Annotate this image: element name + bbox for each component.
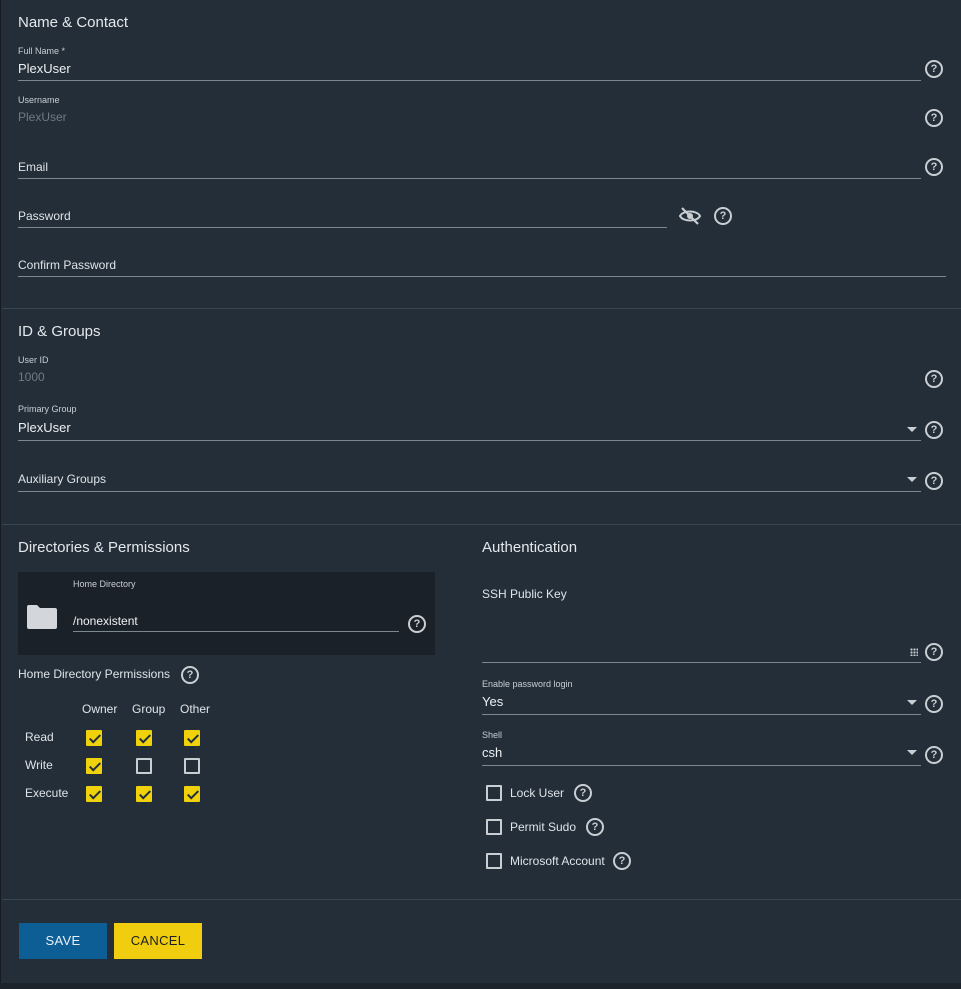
- user-id-label: User ID: [18, 355, 49, 365]
- shell-label: Shell: [482, 730, 503, 740]
- home-directory-underline: [73, 631, 399, 632]
- primary-group-underline: [18, 440, 921, 441]
- perm-write-group-checkbox[interactable]: [136, 758, 152, 774]
- eye-off-icon[interactable]: [678, 206, 702, 226]
- home-directory-input[interactable]: /nonexistent: [73, 614, 138, 628]
- primary-group-select[interactable]: PlexUser: [18, 420, 71, 435]
- section-divider: [2, 524, 961, 525]
- shell-caret-down-icon[interactable]: [907, 750, 917, 755]
- auxiliary-groups-underline: [18, 491, 921, 492]
- perm-row-read: Read: [25, 730, 54, 744]
- perm-read-other-checkbox[interactable]: [184, 730, 200, 746]
- password-login-select[interactable]: Yes: [482, 694, 503, 709]
- primary-group-caret-down-icon[interactable]: [907, 427, 917, 432]
- username-label: Username: [18, 95, 60, 105]
- microsoft-account-checkbox[interactable]: [486, 853, 502, 869]
- permit-sudo-checkbox[interactable]: [486, 819, 502, 835]
- confirm-password-underline: [18, 276, 946, 277]
- lock-user-label: Lock User: [510, 786, 565, 800]
- home-directory-label: Home Directory: [73, 579, 136, 589]
- perm-col-other: Other: [180, 702, 211, 716]
- email-field[interactable]: Email: [18, 160, 48, 174]
- perm-write-other-checkbox[interactable]: [184, 758, 200, 774]
- password-field[interactable]: Password: [18, 209, 71, 223]
- perm-write-owner-checkbox[interactable]: [86, 758, 102, 774]
- ssh-public-key-textarea[interactable]: SSH Public Key: [482, 587, 567, 601]
- user-id-help-icon[interactable]: ?: [925, 370, 943, 388]
- password-login-help-icon[interactable]: ?: [925, 695, 943, 713]
- shell-select[interactable]: csh: [482, 745, 502, 760]
- textarea-resize-grip[interactable]: [910, 648, 918, 656]
- perm-read-group-checkbox[interactable]: [136, 730, 152, 746]
- home-permissions-title: Home Directory Permissions: [18, 667, 171, 681]
- section-divider: [2, 899, 961, 900]
- perm-row-write: Write: [25, 758, 53, 772]
- user-form-panel: Name & Contact Full Name * PlexUser ? Us…: [0, 0, 961, 983]
- username-help-icon[interactable]: ?: [925, 109, 943, 127]
- perm-row-execute: Execute: [25, 786, 69, 800]
- perm-execute-owner-checkbox[interactable]: [86, 786, 102, 802]
- permit-sudo-help-icon[interactable]: ?: [586, 818, 604, 836]
- auxiliary-groups-help-icon[interactable]: ?: [925, 472, 943, 490]
- section-title-id-groups: ID & Groups: [18, 323, 101, 340]
- section-divider: [2, 308, 961, 309]
- perm-read-owner-checkbox[interactable]: [86, 730, 102, 746]
- confirm-password-field[interactable]: Confirm Password: [18, 258, 116, 272]
- full-name-input[interactable]: PlexUser: [18, 61, 71, 76]
- microsoft-account-help-icon[interactable]: ?: [613, 852, 631, 870]
- home-permissions-help-icon[interactable]: ?: [181, 666, 199, 684]
- primary-group-label: Primary Group: [18, 404, 77, 414]
- full-name-label: Full Name *: [18, 46, 66, 56]
- user-id-input: 1000: [18, 370, 45, 384]
- email-underline: [18, 178, 921, 179]
- ssh-key-underline: [482, 662, 921, 663]
- section-title-authentication: Authentication: [482, 539, 578, 556]
- lock-user-help-icon[interactable]: ?: [574, 784, 592, 802]
- auxiliary-groups-caret-down-icon[interactable]: [907, 477, 917, 482]
- lock-user-checkbox[interactable]: [486, 785, 502, 801]
- perm-col-group: Group: [132, 702, 166, 716]
- home-directory-help-icon[interactable]: ?: [408, 615, 426, 633]
- password-login-underline: [482, 714, 921, 715]
- microsoft-account-label: Microsoft Account: [510, 854, 605, 868]
- username-input: PlexUser: [18, 110, 67, 124]
- auxiliary-groups-select[interactable]: Auxiliary Groups: [18, 472, 106, 486]
- permit-sudo-label: Permit Sudo: [510, 820, 577, 834]
- shell-help-icon[interactable]: ?: [925, 746, 943, 764]
- password-help-icon[interactable]: ?: [714, 207, 732, 225]
- perm-execute-group-checkbox[interactable]: [136, 786, 152, 802]
- home-directory-box: Home Directory /nonexistent ?: [18, 572, 435, 655]
- section-title-name-contact: Name & Contact: [18, 14, 129, 31]
- email-help-icon[interactable]: ?: [925, 158, 943, 176]
- password-underline: [18, 227, 667, 228]
- primary-group-help-icon[interactable]: ?: [925, 421, 943, 439]
- ssh-key-help-icon[interactable]: ?: [925, 643, 943, 661]
- full-name-help-icon[interactable]: ?: [925, 60, 943, 78]
- password-login-caret-down-icon[interactable]: [907, 700, 917, 705]
- full-name-underline: [18, 80, 921, 81]
- cancel-button[interactable]: CANCEL: [114, 923, 202, 959]
- shell-underline: [482, 765, 921, 766]
- perm-execute-other-checkbox[interactable]: [184, 786, 200, 802]
- perm-col-owner: Owner: [82, 702, 118, 716]
- save-button[interactable]: SAVE: [19, 923, 107, 959]
- folder-icon[interactable]: [26, 604, 58, 630]
- password-login-label: Enable password login: [482, 679, 573, 689]
- section-title-directories: Directories & Permissions: [18, 539, 190, 556]
